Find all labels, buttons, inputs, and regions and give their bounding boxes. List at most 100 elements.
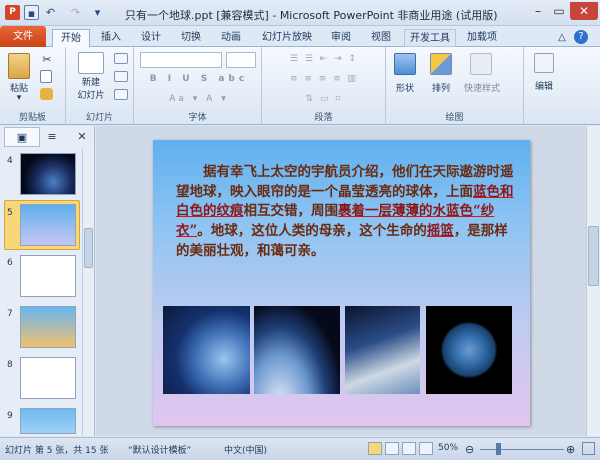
tab-insert[interactable]: 插入 [94, 29, 128, 47]
earth-from-orbit-photo [254, 306, 340, 394]
status-bar: 幻灯片 第 5 张，共 15 张 “默认设计模板” 中文(中国) 50% ⊖ ⊕ [0, 437, 600, 460]
slide-thumbnail-9[interactable] [20, 408, 76, 434]
slide-sorter-view-icon[interactable] [385, 442, 399, 455]
tab-slideshow[interactable]: 幻灯片放映 [256, 29, 318, 47]
slide-editing-area: 据有幸飞上太空的宇航员介绍，他们在天际遨游时遥望地球，映入眼帘的是一个晶莹透亮的… [96, 126, 600, 436]
slide-thumbnail-panel: ▣ ≡ ✕ 4 5 6 7 8 9 [0, 126, 95, 436]
shapes-button-label[interactable]: 形状 [388, 81, 422, 94]
clipboard-group: 粘贴 ▾ ✂ 剪贴板 [0, 47, 66, 125]
maximize-button[interactable]: ▭ [549, 2, 569, 20]
underlined-phrase: 摇篮 [426, 223, 454, 240]
font-color-buttons[interactable]: Aa ▾ A ▾ [140, 94, 258, 104]
minimize-button[interactable]: – [528, 2, 548, 20]
tab-slides[interactable]: ▣ [4, 127, 40, 147]
customize-toolbar-icon[interactable]: ▾ [90, 5, 105, 20]
thumbnail-scroll-thumb[interactable] [84, 228, 93, 268]
tab-home[interactable]: 开始 [52, 29, 90, 48]
help-icon[interactable]: ? [574, 30, 588, 44]
tab-animations[interactable]: 动画 [214, 29, 248, 47]
slides-group-label: 幻灯片 [85, 113, 113, 123]
slide-thumbnail-7[interactable] [20, 306, 76, 348]
close-panel-icon[interactable]: ✕ [74, 127, 90, 147]
zoom-out-icon[interactable]: ⊖ [465, 443, 474, 456]
shapes-icon[interactable] [394, 53, 416, 75]
tab-developer[interactable]: 开发工具 [404, 29, 456, 47]
zoom-slider[interactable] [480, 449, 564, 450]
font-name-combo[interactable] [140, 52, 222, 68]
cut-icon[interactable]: ✂ [40, 53, 54, 67]
slide-thumbnail-4[interactable] [20, 153, 76, 195]
tab-outline[interactable]: ≡ [42, 127, 62, 147]
reading-view-icon[interactable] [402, 442, 416, 455]
slide-count-status: 幻灯片 第 5 张，共 15 张 [5, 446, 109, 456]
text-run: 。地球，这位人类的母亲，这个生命的 [197, 223, 427, 240]
slide-number: 7 [7, 309, 13, 319]
ribbon: 粘贴 ▾ ✂ 剪贴板 新建 幻灯片 幻灯片 B I U S abc Aa ▾ A… [0, 47, 600, 125]
arrange-button-label[interactable]: 排列 [424, 81, 458, 94]
section-icon[interactable] [114, 89, 128, 100]
text-direction-icons[interactable]: ⇅ ▭ ⌗ [268, 94, 380, 104]
slideshow-view-icon[interactable] [419, 442, 433, 455]
text-run: 相互交错，周围 [243, 203, 339, 220]
quick-styles-icon[interactable] [470, 53, 492, 75]
slide-number: 9 [7, 411, 13, 421]
canvas-scroll-thumb[interactable] [588, 226, 599, 286]
zoom-in-icon[interactable]: ⊕ [566, 443, 575, 456]
paste-dropdown-icon[interactable]: ▾ [14, 93, 24, 103]
zoom-slider-handle[interactable] [496, 443, 501, 455]
format-painter-icon[interactable] [40, 88, 53, 100]
slide-thumbnail-5[interactable] [20, 204, 76, 246]
zoom-level[interactable]: 50% [438, 443, 458, 453]
slides-group: 新建 幻灯片 幻灯片 [66, 47, 134, 125]
full-earth-photo [426, 306, 512, 394]
fit-window-icon[interactable] [582, 442, 595, 455]
tab-view[interactable]: 视图 [364, 29, 398, 47]
window-title: 只有一个地球.ppt [兼容模式] - Microsoft PowerPoint… [125, 9, 498, 22]
new-slide-button-label[interactable]: 新建 幻灯片 [68, 77, 114, 103]
edit-button-label[interactable]: 编辑 [526, 79, 562, 92]
slide-body-text[interactable]: 据有幸飞上太空的宇航员介绍，他们在天际遨游时遥望地球，映入眼帘的是一个晶莹透亮的… [176, 163, 514, 262]
slide-thumbnail-8[interactable] [20, 357, 76, 399]
earth-clouds-photo [163, 306, 250, 394]
align-icons[interactable]: ≡ ≡ ≡ ≡ ▥ [268, 74, 380, 84]
clipboard-group-label: 剪贴板 [18, 113, 46, 123]
theme-name-status[interactable]: “默认设计模板” [128, 443, 191, 456]
redo-icon[interactable]: ↷ [68, 5, 83, 20]
undo-icon[interactable]: ↶ [43, 5, 58, 20]
slide-number: 4 [7, 156, 13, 166]
paste-icon[interactable] [8, 53, 30, 79]
save-icon[interactable]: ▪ [24, 5, 39, 20]
layout-icon[interactable] [114, 53, 128, 64]
tab-review[interactable]: 审阅 [324, 29, 358, 47]
slide-thumbnail-6[interactable] [20, 255, 76, 297]
powerpoint-logo-icon[interactable]: P [5, 5, 20, 20]
editing-group: 编辑 [524, 47, 564, 125]
bullet-list-icons[interactable]: ☰ ☰ ⇤ ⇥ ↕ [268, 54, 380, 64]
tab-addins[interactable]: 加载项 [462, 29, 502, 47]
copy-icon[interactable] [40, 70, 52, 83]
tab-file[interactable]: 文件 [0, 26, 46, 47]
minimize-ribbon-icon[interactable]: △ [556, 29, 568, 47]
font-size-combo[interactable] [226, 52, 256, 68]
tab-transitions[interactable]: 切换 [174, 29, 208, 47]
find-icon[interactable] [534, 53, 554, 73]
drawing-group-label: 绘图 [445, 113, 464, 123]
reset-icon[interactable] [114, 71, 128, 82]
thumbnail-scrollbar[interactable] [82, 148, 94, 436]
arrange-icon[interactable] [430, 53, 452, 75]
title-bar: P ▪ ↶ ↷ ▾ 只有一个地球.ppt [兼容模式] - Microsoft … [0, 0, 600, 26]
language-status[interactable]: 中文(中国) [224, 443, 267, 456]
tab-design[interactable]: 设计 [134, 29, 168, 47]
slide-number: 8 [7, 360, 13, 370]
underlined-phrase: 裹着一层 [338, 203, 392, 220]
font-style-buttons[interactable]: B I U S abc [140, 74, 258, 84]
close-button[interactable]: ✕ [570, 2, 598, 20]
astronaut-orbit-photo [345, 306, 420, 394]
current-slide[interactable]: 据有幸飞上太空的宇航员介绍，他们在天际遨游时遥望地球，映入眼帘的是一个晶莹透亮的… [153, 140, 530, 426]
quick-styles-button-label[interactable]: 快速样式 [460, 81, 504, 94]
normal-view-icon[interactable] [368, 442, 382, 455]
canvas-scrollbar[interactable] [586, 126, 600, 436]
paragraph-group-label: 段落 [314, 113, 333, 123]
new-slide-icon[interactable] [78, 52, 104, 74]
text-run: 据有幸飞上太空的宇航员介绍，他们在天际遨游时遥望地球，映入眼帘的是一个晶莹透亮的… [176, 164, 514, 200]
